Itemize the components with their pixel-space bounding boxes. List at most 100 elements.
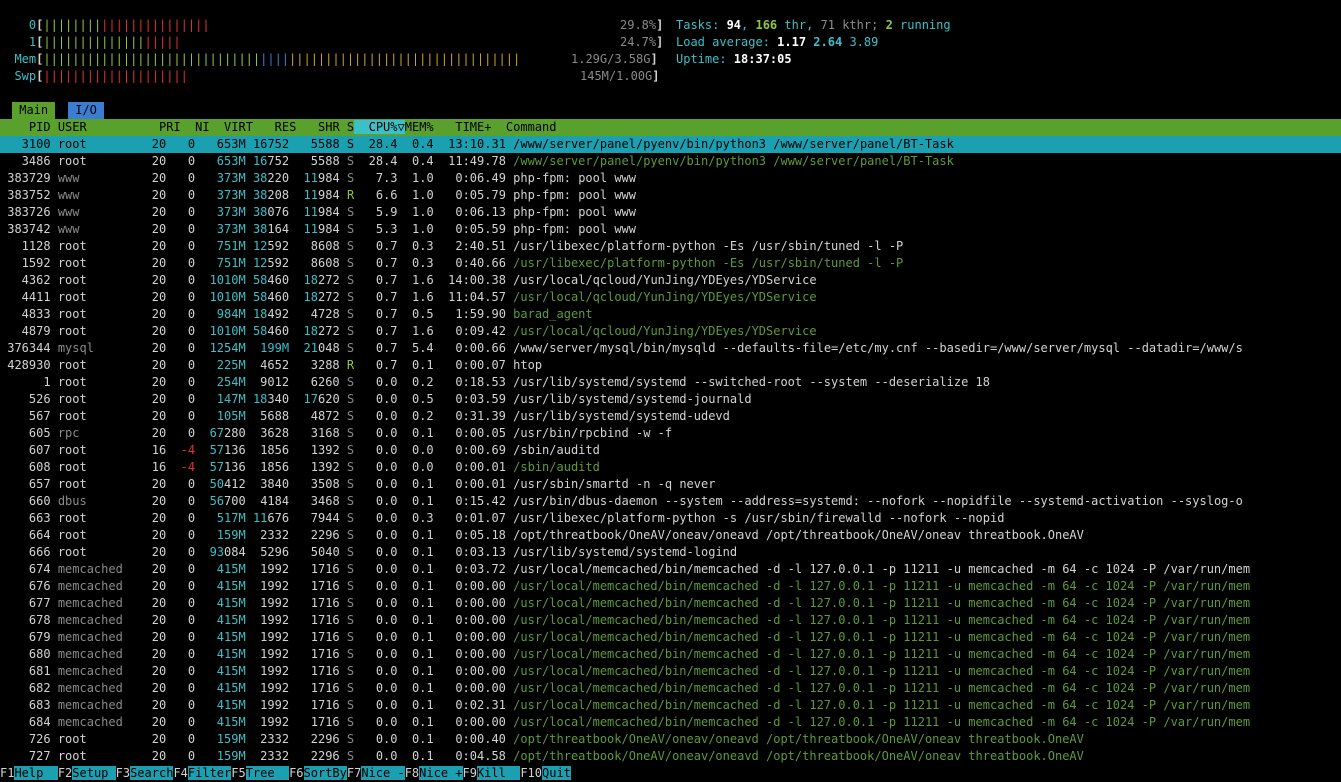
- fkey-f6[interactable]: F6SortBy: [289, 766, 347, 780]
- process-row[interactable]: 4362 root 20 0 1010M 58460 18272 S 0.7 1…: [0, 272, 1341, 289]
- process-row[interactable]: 3486 root 20 0 653M 16752 5588 S 28.4 0.…: [0, 153, 1341, 170]
- process-row[interactable]: 674 memcached 20 0 415M 1992 1716 S 0.0 …: [0, 561, 1341, 578]
- process-row[interactable]: 678 memcached 20 0 415M 1992 1716 S 0.0 …: [0, 612, 1341, 629]
- process-row[interactable]: 4411 root 20 0 1010M 58460 18272 S 0.7 1…: [0, 289, 1341, 306]
- time-cell: 0:00.01: [440, 460, 506, 474]
- col-res[interactable]: RES: [275, 120, 297, 134]
- virt-cell: 751M: [202, 256, 246, 270]
- tab-main[interactable]: Main: [12, 102, 56, 119]
- process-row[interactable]: 666 root 20 0 93084 5296 5040 S 0.0 0.1 …: [0, 544, 1341, 561]
- fkey-action: Search: [130, 766, 174, 780]
- shr-cell: 1716: [296, 596, 340, 610]
- process-row[interactable]: 605 rpc 20 0 67280 3628 3168 S 0.0 0.1 0…: [0, 425, 1341, 442]
- process-row[interactable]: 663 root 20 0 517M 11676 7944 S 0.0 0.3 …: [0, 510, 1341, 527]
- cpu-cell: 0.0: [361, 664, 398, 678]
- process-row[interactable]: 657 root 20 0 50412 3840 3508 S 0.0 0.1 …: [0, 476, 1341, 493]
- process-row[interactable]: 383726 www 20 0 373M 38076 11984 S 5.9 1…: [0, 204, 1341, 221]
- process-row[interactable]: 1592 root 20 0 751M 12592 8608 S 0.7 0.3…: [0, 255, 1341, 272]
- fkey-f9[interactable]: F9Kill: [462, 766, 521, 780]
- res-cell: 1992: [252, 630, 290, 644]
- col-virt[interactable]: VIRT: [224, 120, 253, 134]
- process-row[interactable]: 680 memcached 20 0 415M 1992 1716 S 0.0 …: [0, 646, 1341, 663]
- shr-cell: 1716: [296, 664, 340, 678]
- fkey-f10[interactable]: F10Quit: [520, 766, 571, 780]
- time-cell: 2:40.51: [440, 239, 506, 253]
- process-row[interactable]: 683 memcached 20 0 415M 1992 1716 S 0.0 …: [0, 697, 1341, 714]
- process-row[interactable]: 726 root 20 0 159M 2332 2296 S 0.0 0.1 0…: [0, 731, 1341, 748]
- command-cell: /usr/local/memcached/bin/memcached -d -l…: [513, 630, 1251, 644]
- mem-cell: 0.1: [404, 698, 434, 712]
- process-row[interactable]: 684 memcached 20 0 415M 1992 1716 S 0.0 …: [0, 714, 1341, 731]
- fkey-f7[interactable]: F7Nice -: [346, 766, 405, 780]
- process-row[interactable]: 383752 www 20 0 373M 38208 11984 R 6.6 1…: [0, 187, 1341, 204]
- command-cell: /www/server/mysql/bin/mysqld --defaults-…: [513, 341, 1243, 355]
- col-time[interactable]: TIME+: [455, 120, 491, 134]
- process-row[interactable]: 383742 www 20 0 373M 38164 11984 S 5.3 1…: [0, 221, 1341, 238]
- col-pri[interactable]: PRI: [159, 120, 181, 134]
- pid-cell: 3100: [0, 137, 51, 151]
- process-row[interactable]: 1128 root 20 0 751M 12592 8608 S 0.7 0.3…: [0, 238, 1341, 255]
- pid-cell: 4411: [0, 290, 51, 304]
- cpu1-bar-sys: |||||: [144, 35, 181, 49]
- load-5min: 2.64: [813, 35, 843, 49]
- process-row[interactable]: 567 root 20 0 105M 5688 4872 S 0.0 0.2 0…: [0, 408, 1341, 425]
- mem-cell: 0.1: [404, 749, 434, 763]
- process-row[interactable]: 4879 root 20 0 1010M 58460 18272 S 0.7 1…: [0, 323, 1341, 340]
- col-pid[interactable]: PID: [0, 120, 51, 134]
- process-row[interactable]: 682 memcached 20 0 415M 1992 1716 S 0.0 …: [0, 680, 1341, 697]
- user-cell: www: [57, 205, 123, 219]
- tab-io[interactable]: I/O: [68, 102, 105, 119]
- col-shr[interactable]: SHR: [318, 120, 340, 134]
- process-row[interactable]: 3100 root 20 0 653M 16752 5588 S 28.4 0.…: [0, 136, 1341, 153]
- process-row[interactable]: 608 root 16 -4 57136 1856 1392 S 0.0 0.0…: [0, 459, 1341, 476]
- ni-cell: 0: [173, 698, 196, 712]
- col-ni[interactable]: NI: [195, 120, 209, 134]
- res-cell: 58460: [252, 273, 290, 287]
- mem-cell: 0.1: [404, 426, 434, 440]
- mem-cell: 0.1: [404, 664, 434, 678]
- threads-count: 166: [755, 18, 778, 32]
- process-row[interactable]: 664 root 20 0 159M 2332 2296 S 0.0 0.1 0…: [0, 527, 1341, 544]
- fkey-f1[interactable]: F1Help: [0, 766, 58, 780]
- process-row[interactable]: 383729 www 20 0 373M 38220 11984 S 7.3 1…: [0, 170, 1341, 187]
- fkey-f4[interactable]: F4Filter: [173, 766, 232, 780]
- user-cell: rpc: [57, 426, 123, 440]
- process-row[interactable]: 607 root 16 -4 57136 1856 1392 S 0.0 0.0…: [0, 442, 1341, 459]
- col-user[interactable]: USER: [58, 120, 145, 134]
- process-row[interactable]: 660 dbus 20 0 56700 4184 3468 S 0.0 0.1 …: [0, 493, 1341, 510]
- process-row[interactable]: 428930 root 20 0 225M 4652 3288 R 0.7 0.…: [0, 357, 1341, 374]
- process-row[interactable]: 681 memcached 20 0 415M 1992 1716 S 0.0 …: [0, 663, 1341, 680]
- fkey-action: Nice +: [419, 766, 463, 780]
- virt-cell: 984M: [202, 307, 246, 321]
- virt-cell: 415M: [202, 613, 246, 627]
- res-cell: 2332: [252, 528, 290, 542]
- process-row[interactable]: 376344 mysql 20 0 1254M 199M 21048 S 0.7…: [0, 340, 1341, 357]
- fkey-f3[interactable]: F3Search: [115, 766, 174, 780]
- time-cell: 0:00.00: [440, 596, 506, 610]
- process-row[interactable]: 679 memcached 20 0 415M 1992 1716 S 0.0 …: [0, 629, 1341, 646]
- fkey-f8[interactable]: F8Nice +: [404, 766, 463, 780]
- cpu-cell: 0.0: [361, 579, 398, 593]
- fkey-f2[interactable]: F2Setup: [57, 766, 116, 780]
- col-mem[interactable]: MEM%: [405, 120, 434, 134]
- process-row[interactable]: 727 root 20 0 159M 2332 2296 S 0.0 0.1 0…: [0, 748, 1341, 765]
- process-row[interactable]: 677 memcached 20 0 415M 1992 1716 S 0.0 …: [0, 595, 1341, 612]
- user-cell: dbus: [57, 494, 123, 508]
- col-cpu-sorted[interactable]: CPU%▽: [354, 120, 405, 134]
- process-row[interactable]: 676 memcached 20 0 415M 1992 1716 S 0.0 …: [0, 578, 1341, 595]
- virt-cell: 415M: [202, 664, 246, 678]
- cpu1-meter: 1[|||||||||||||||||||: [28, 35, 181, 49]
- process-row[interactable]: 4833 root 20 0 984M 18492 4728 S 0.7 0.5…: [0, 306, 1341, 323]
- fkey-action: Help: [14, 766, 58, 780]
- user-cell: root: [57, 239, 123, 253]
- time-cell: 0:00.00: [440, 613, 506, 627]
- virt-cell: 751M: [202, 239, 246, 253]
- command-cell: /usr/lib/systemd/systemd-journald: [513, 392, 752, 406]
- cpu-cell: 0.0: [361, 511, 398, 525]
- pid-cell: 4833: [0, 307, 51, 321]
- col-command[interactable]: Command: [506, 120, 557, 134]
- pri-cell: 16: [130, 460, 167, 474]
- process-row[interactable]: 526 root 20 0 147M 18340 17620 S 0.0 0.5…: [0, 391, 1341, 408]
- fkey-f5[interactable]: F5Tree: [231, 766, 290, 780]
- process-row[interactable]: 1 root 20 0 254M 9012 6260 S 0.0 0.2 0:1…: [0, 374, 1341, 391]
